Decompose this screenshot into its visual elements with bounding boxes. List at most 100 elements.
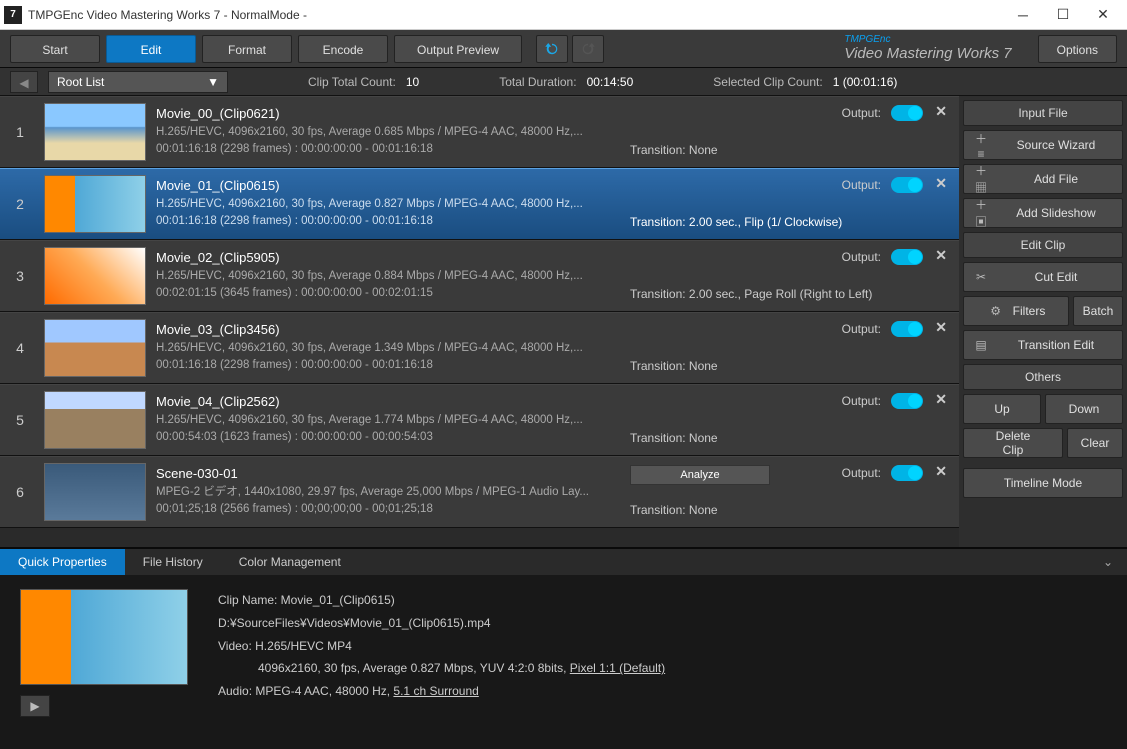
bottom-panel: Quick Properties File History Color Mana…	[0, 547, 1127, 749]
clip-index: 6	[6, 484, 34, 500]
clip-thumbnail[interactable]	[44, 319, 146, 377]
transition-label: Transition: None	[630, 431, 718, 445]
root-list-select[interactable]: Root List▼	[48, 71, 228, 93]
clip-meta-time: 00:00:54:03 (1623 frames) : 00:00:00:00 …	[156, 429, 953, 446]
output-toggle[interactable]	[891, 465, 923, 481]
up-button[interactable]: Up	[963, 394, 1041, 424]
output-toggle[interactable]	[891, 249, 923, 265]
add-file-button[interactable]: ＋▦Add File	[963, 164, 1123, 194]
tab-output-preview[interactable]: Output Preview	[394, 35, 522, 63]
analyze-button[interactable]: Analyze	[630, 465, 770, 485]
preview-thumbnail	[20, 589, 188, 685]
output-toggle[interactable]	[891, 177, 923, 193]
transition-edit-button[interactable]: ▤Transition Edit	[963, 330, 1123, 360]
clip-row[interactable]: 2 Movie_01_(Clip0615) H.265/HEVC, 4096x2…	[0, 168, 959, 240]
play-button[interactable]: ▶	[20, 695, 50, 717]
tab-color-management[interactable]: Color Management	[221, 549, 359, 575]
redo-button[interactable]	[572, 35, 604, 63]
clip-meta-time: 00:01:16:18 (2298 frames) : 00:00:00:00 …	[156, 141, 953, 158]
output-label: Output:	[842, 394, 881, 408]
selected-count-label: Selected Clip Count:	[713, 75, 822, 89]
clip-count-label: Clip Total Count:	[308, 75, 396, 89]
list-info-bar: ◀ Root List▼ Clip Total Count: 10 Total …	[0, 68, 1127, 96]
transition-label: Transition: 2.00 sec., Flip (1/ Clockwis…	[630, 215, 842, 229]
tab-format[interactable]: Format	[202, 35, 292, 63]
remove-clip-button[interactable]: ✕	[935, 175, 947, 192]
clip-list[interactable]: 1 Movie_00_(Clip0621) H.265/HEVC, 4096x2…	[0, 96, 959, 547]
collapse-panel-button[interactable]: ⌄	[1089, 555, 1127, 569]
clip-row[interactable]: 5 Movie_04_(Clip2562) H.265/HEVC, 4096x2…	[0, 384, 959, 456]
clip-meta-time: 00;01;25;18 (2566 frames) : 00;00;00;00 …	[156, 501, 953, 518]
clip-row[interactable]: 6 Scene-030-01 MPEG-2 ビデオ, 1440x1080, 29…	[0, 456, 959, 528]
batch-button[interactable]: Batch	[1073, 296, 1123, 326]
remove-clip-button[interactable]: ✕	[935, 247, 947, 264]
add-file-icon: ＋▦	[972, 162, 990, 196]
clip-title: Movie_02_(Clip5905)	[156, 250, 953, 265]
clip-title: Movie_04_(Clip2562)	[156, 394, 953, 409]
clip-thumbnail[interactable]	[44, 247, 146, 305]
close-button[interactable]: ✕	[1083, 1, 1123, 29]
output-toggle[interactable]	[891, 321, 923, 337]
clip-row[interactable]: 1 Movie_00_(Clip0621) H.265/HEVC, 4096x2…	[0, 96, 959, 168]
clip-row[interactable]: 3 Movie_02_(Clip5905) H.265/HEVC, 4096x2…	[0, 240, 959, 312]
transition-label: Transition: None	[630, 143, 718, 157]
clear-button[interactable]: Clear	[1067, 428, 1123, 458]
source-wizard-button[interactable]: ＋≡Source Wizard	[963, 130, 1123, 160]
window-title: TMPGEnc Video Mastering Works 7 - Normal…	[28, 8, 1003, 22]
wizard-icon: ＋≡	[972, 130, 990, 161]
sidebar: Input File ＋≡Source Wizard ＋▦Add File ＋▣…	[959, 96, 1127, 547]
brand-logo: TMPGEncVideo Mastering Works 7	[610, 35, 1032, 62]
tab-encode[interactable]: Encode	[298, 35, 388, 63]
clip-thumbnail[interactable]	[44, 463, 146, 521]
clip-index: 1	[6, 124, 34, 140]
nav-back-button[interactable]: ◀	[10, 71, 38, 93]
clip-row[interactable]: 4 Movie_03_(Clip3456) H.265/HEVC, 4096x2…	[0, 312, 959, 384]
sidebar-heading-others: Others	[963, 364, 1123, 390]
clip-meta-codec: H.265/HEVC, 4096x2160, 30 fps, Average 1…	[156, 340, 953, 357]
remove-clip-button[interactable]: ✕	[935, 103, 947, 120]
title-bar: 7 TMPGEnc Video Mastering Works 7 - Norm…	[0, 0, 1127, 30]
sidebar-heading-edit: Edit Clip	[963, 232, 1123, 258]
main-toolbar: Start Edit Format Encode Output Preview …	[0, 30, 1127, 68]
output-label: Output:	[842, 322, 881, 336]
clip-index: 5	[6, 412, 34, 428]
clip-index: 3	[6, 268, 34, 284]
total-duration-label: Total Duration:	[499, 75, 576, 89]
clip-meta-codec: H.265/HEVC, 4096x2160, 30 fps, Average 0…	[156, 268, 953, 285]
timeline-mode-button[interactable]: Timeline Mode	[963, 468, 1123, 498]
tab-edit[interactable]: Edit	[106, 35, 196, 63]
cut-edit-button[interactable]: ✂Cut Edit	[963, 262, 1123, 292]
filters-button[interactable]: ⚙Filters	[963, 296, 1069, 326]
clip-title: Scene-030-01	[156, 466, 953, 481]
output-toggle[interactable]	[891, 105, 923, 121]
delete-clip-button[interactable]: Delete Clip	[963, 428, 1063, 458]
clip-meta-codec: H.265/HEVC, 4096x2160, 30 fps, Average 0…	[156, 196, 953, 213]
down-button[interactable]: Down	[1045, 394, 1123, 424]
transition-icon: ▤	[972, 338, 990, 352]
options-button[interactable]: Options	[1038, 35, 1117, 63]
clip-meta-codec: MPEG-2 ビデオ, 1440x1080, 29.97 fps, Averag…	[156, 484, 953, 501]
clip-thumbnail[interactable]	[44, 175, 146, 233]
selected-count-value: 1 (00:01:16)	[833, 75, 898, 89]
output-label: Output:	[842, 106, 881, 120]
transition-label: Transition: None	[630, 359, 718, 373]
clip-thumbnail[interactable]	[44, 103, 146, 161]
tab-file-history[interactable]: File History	[125, 549, 221, 575]
remove-clip-button[interactable]: ✕	[935, 463, 947, 480]
minimize-button[interactable]: ─	[1003, 1, 1043, 29]
undo-button[interactable]	[536, 35, 568, 63]
clip-thumbnail[interactable]	[44, 391, 146, 449]
remove-clip-button[interactable]: ✕	[935, 319, 947, 336]
clip-title: Movie_01_(Clip0615)	[156, 178, 953, 193]
chevron-down-icon: ▼	[207, 71, 219, 93]
maximize-button[interactable]: ☐	[1043, 1, 1083, 29]
tab-start[interactable]: Start	[10, 35, 100, 63]
add-slideshow-button[interactable]: ＋▣Add Slideshow	[963, 198, 1123, 228]
tab-quick-properties[interactable]: Quick Properties	[0, 549, 125, 575]
remove-clip-button[interactable]: ✕	[935, 391, 947, 408]
properties-text: Clip Name: Movie_01_(Clip0615) D:¥Source…	[218, 589, 1107, 717]
output-label: Output:	[842, 466, 881, 480]
transition-label: Transition: None	[630, 503, 718, 517]
output-toggle[interactable]	[891, 393, 923, 409]
clip-meta-codec: H.265/HEVC, 4096x2160, 30 fps, Average 0…	[156, 124, 953, 141]
